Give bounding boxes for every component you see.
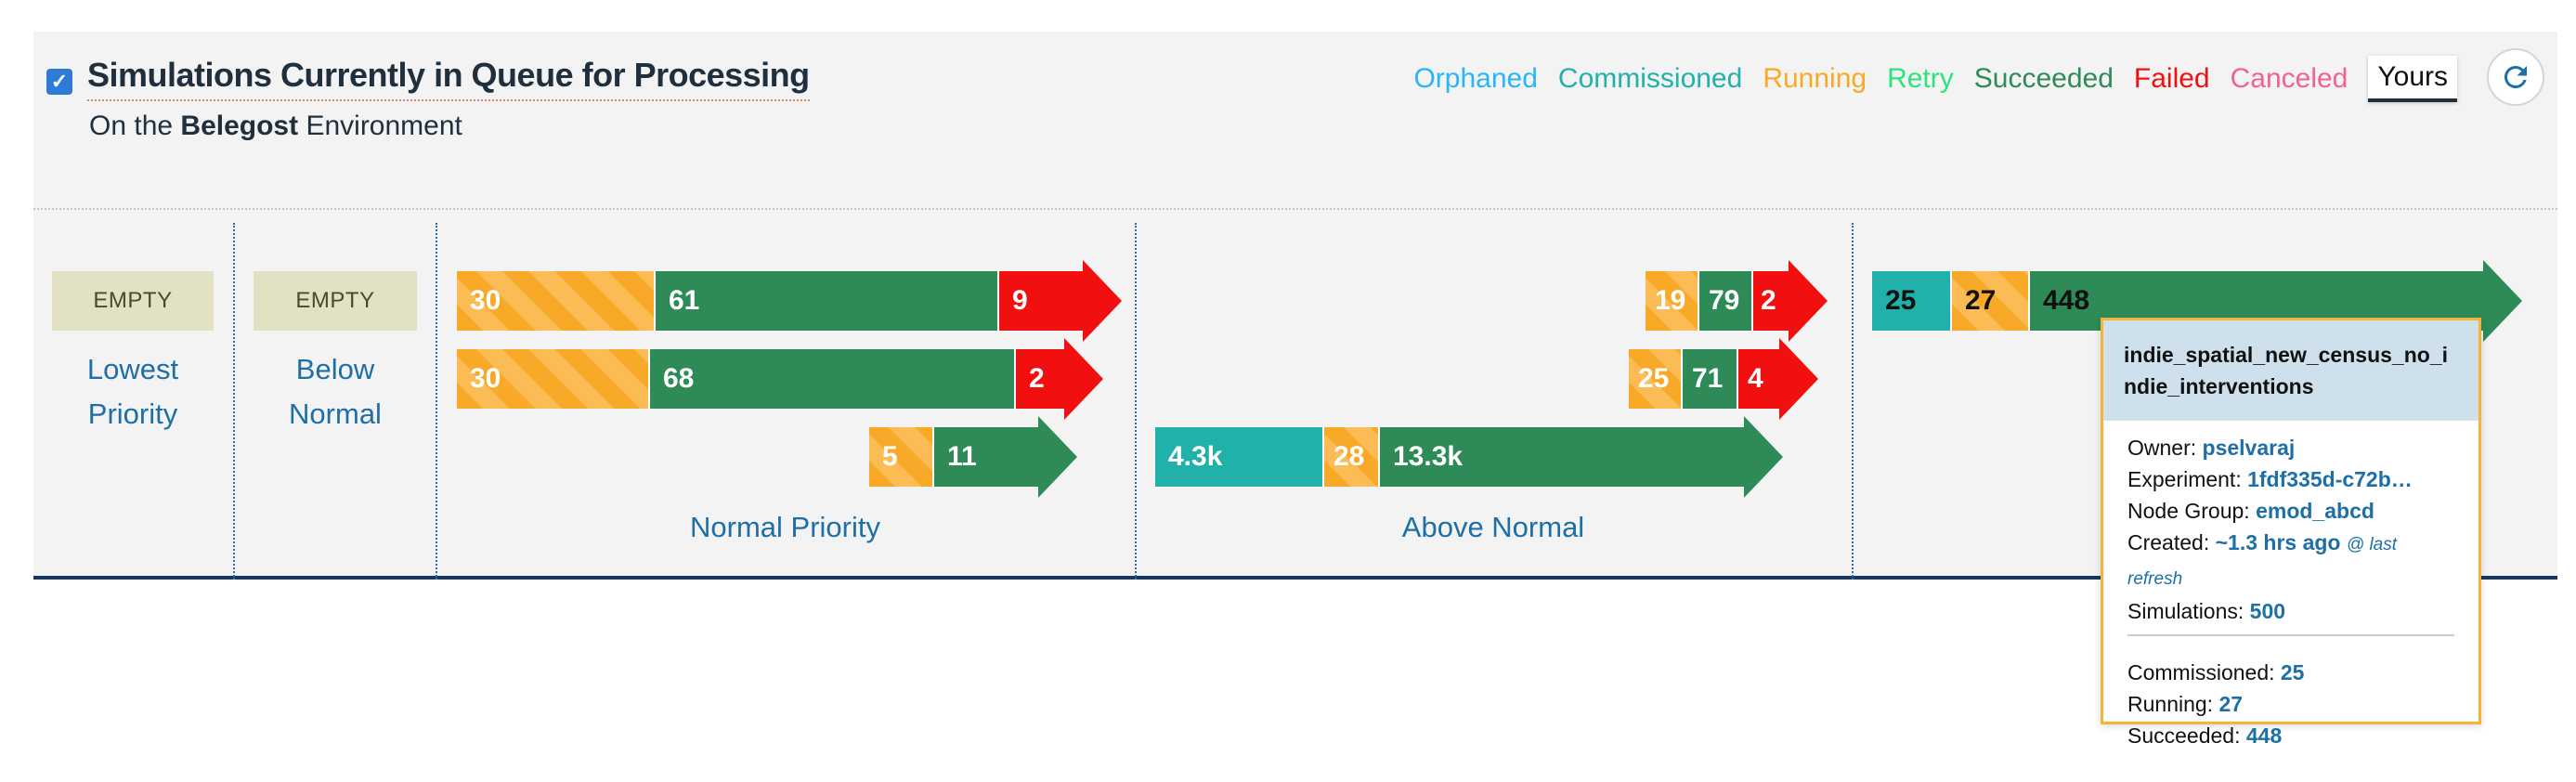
bar-segment-failed: 9 xyxy=(997,271,1083,331)
queue-bar[interactable]: 4.3k 28 13.3k xyxy=(1155,416,1783,498)
lane-separator xyxy=(233,223,235,580)
refresh-button[interactable] xyxy=(2487,48,2544,106)
bar-arrow-head xyxy=(1789,260,1828,342)
tooltip-experiment-row: Experiment: 1fdf335d-c72b… xyxy=(2127,463,2454,495)
bar-segment-running: 28 xyxy=(1322,427,1378,487)
lane-label-below-normal-line2: Normal xyxy=(289,398,382,430)
lane-label-lowest-line2: Priority xyxy=(87,398,178,430)
subtitle-suffix: Environment xyxy=(306,111,462,141)
queue-panel-checkbox[interactable]: ✓ xyxy=(46,69,72,95)
tooltip-created-row: Created: ~1.3 hrs ago @ last refresh xyxy=(2127,527,2454,595)
bar-arrow-head xyxy=(1779,338,1818,420)
bar-segment-running: 30 xyxy=(457,349,648,409)
bar-segment-succeeded: 79 xyxy=(1698,271,1751,331)
empty-badge-below-normal: EMPTY xyxy=(254,271,417,331)
bar-arrow-head xyxy=(2483,260,2522,342)
page-title: Simulations Currently in Queue for Proce… xyxy=(87,56,810,101)
legend-orphaned[interactable]: Orphaned xyxy=(1413,63,1537,95)
tooltip-node-group[interactable]: emod_abcd xyxy=(2256,499,2374,523)
tooltip-title: indie_spatial_new_census_no_indie_interv… xyxy=(2103,320,2478,421)
tooltip-owner[interactable]: pselvaraj xyxy=(2203,436,2296,460)
tooltip-divider xyxy=(2127,634,2454,636)
tooltip-node-group-row: Node Group: emod_abcd xyxy=(2127,495,2454,527)
legend-canceled[interactable]: Canceled xyxy=(2231,63,2348,95)
bar-segment-failed: 2 xyxy=(1751,271,1789,331)
empty-badge-lowest: EMPTY xyxy=(52,271,214,331)
lane-label-normal: Normal Priority xyxy=(690,511,880,543)
tooltip-succeeded-label: Succeeded: xyxy=(2127,723,2241,748)
lane-label-lowest-line1: Lowest xyxy=(86,353,179,385)
tooltip-owner-row: Owner: pselvaraj xyxy=(2127,432,2454,463)
header-divider xyxy=(33,208,2557,210)
queue-bar[interactable]: 25 71 4 xyxy=(1629,338,1818,420)
refresh-icon xyxy=(2504,65,2527,88)
bar-segment-succeeded: 68 xyxy=(648,349,1014,409)
lane-separator xyxy=(1852,223,1854,580)
tooltip-running-row: Running: 27 xyxy=(2127,688,2454,720)
lane-label-lowest: Lowest Priority xyxy=(52,347,214,437)
lane-label-above-normal: Above Normal xyxy=(1401,511,1585,543)
bar-segment-succeeded: 61 xyxy=(654,271,997,331)
bar-segment-succeeded: 13.3k xyxy=(1378,427,1744,487)
bar-segment-running: 5 xyxy=(869,427,932,487)
tooltip-experiment-label: Experiment: xyxy=(2127,467,2242,491)
tooltip-node-group-label: Node Group: xyxy=(2127,499,2250,523)
legend-retry[interactable]: Retry xyxy=(1887,63,1954,95)
tooltip-commissioned-row: Commissioned: 25 xyxy=(2127,657,2454,688)
bar-segment-running: 30 xyxy=(457,271,654,331)
environment-name: Belegost xyxy=(180,111,299,141)
legend-succeeded[interactable]: Succeeded xyxy=(1974,63,2114,95)
bar-segment-commissioned: 25 xyxy=(1872,271,1950,331)
queue-bar[interactable]: 30 68 2 xyxy=(457,338,1103,420)
tooltip-commissioned-label: Commissioned: xyxy=(2127,660,2275,684)
bar-segment-commissioned: 4.3k xyxy=(1155,427,1322,487)
bar-segment-running: 25 xyxy=(1629,349,1681,409)
tooltip-succeeded: 448 xyxy=(2245,723,2283,748)
bar-segment-failed: 2 xyxy=(1014,349,1064,409)
tooltip-running-label: Running: xyxy=(2127,692,2214,716)
legend-yours[interactable]: Yours xyxy=(2368,56,2457,102)
tooltip-simulations: 500 xyxy=(2249,599,2286,623)
bar-arrow-head xyxy=(1038,416,1077,498)
bar-segment-running: 19 xyxy=(1646,271,1698,331)
lane-label-below-normal: Below Normal xyxy=(254,347,417,437)
legend-commissioned[interactable]: Commissioned xyxy=(1558,63,1742,95)
lane-label-below-normal-line1: Below xyxy=(295,353,375,385)
bar-segment-failed: 4 xyxy=(1737,349,1779,409)
subtitle-prefix: On the xyxy=(89,111,174,141)
bar-arrow-head xyxy=(1064,338,1103,420)
tooltip-owner-label: Owner: xyxy=(2127,436,2197,460)
queue-bar[interactable]: 30 61 9 xyxy=(457,260,1122,342)
experiment-tooltip: indie_spatial_new_census_no_indie_interv… xyxy=(2101,318,2481,748)
environment-subtitle: On the Belegost Environment xyxy=(89,111,462,142)
tooltip-created: ~1.3 hrs ago xyxy=(2215,530,2341,554)
legend-failed[interactable]: Failed xyxy=(2134,63,2210,95)
bar-arrow-head xyxy=(1083,260,1122,342)
legend-running[interactable]: Running xyxy=(1763,63,1867,95)
tooltip-created-label: Created: xyxy=(2127,530,2210,554)
queue-bar[interactable]: 19 79 2 xyxy=(1646,260,1828,342)
tooltip-simulations-row: Simulations: 500 xyxy=(2127,595,2454,627)
bar-segment-succeeded: 11 xyxy=(932,427,1038,487)
tooltip-commissioned: 25 xyxy=(2280,660,2305,684)
bar-segment-succeeded: 71 xyxy=(1681,349,1737,409)
bar-segment-running: 27 xyxy=(1950,271,2028,331)
tooltip-succeeded-row: Succeeded: 448 xyxy=(2127,720,2454,751)
tooltip-running: 27 xyxy=(2218,692,2244,716)
tooltip-simulations-label: Simulations: xyxy=(2127,599,2244,623)
status-legend: Orphaned Commissioned Running Retry Succ… xyxy=(1413,56,2457,102)
tooltip-experiment[interactable]: 1fdf335d-c72b… xyxy=(2247,467,2413,491)
tooltip-body: Owner: pselvaraj Experiment: 1fdf335d-c7… xyxy=(2103,421,2478,751)
queue-bar[interactable]: 5 11 xyxy=(869,416,1077,498)
bar-arrow-head xyxy=(1744,416,1783,498)
